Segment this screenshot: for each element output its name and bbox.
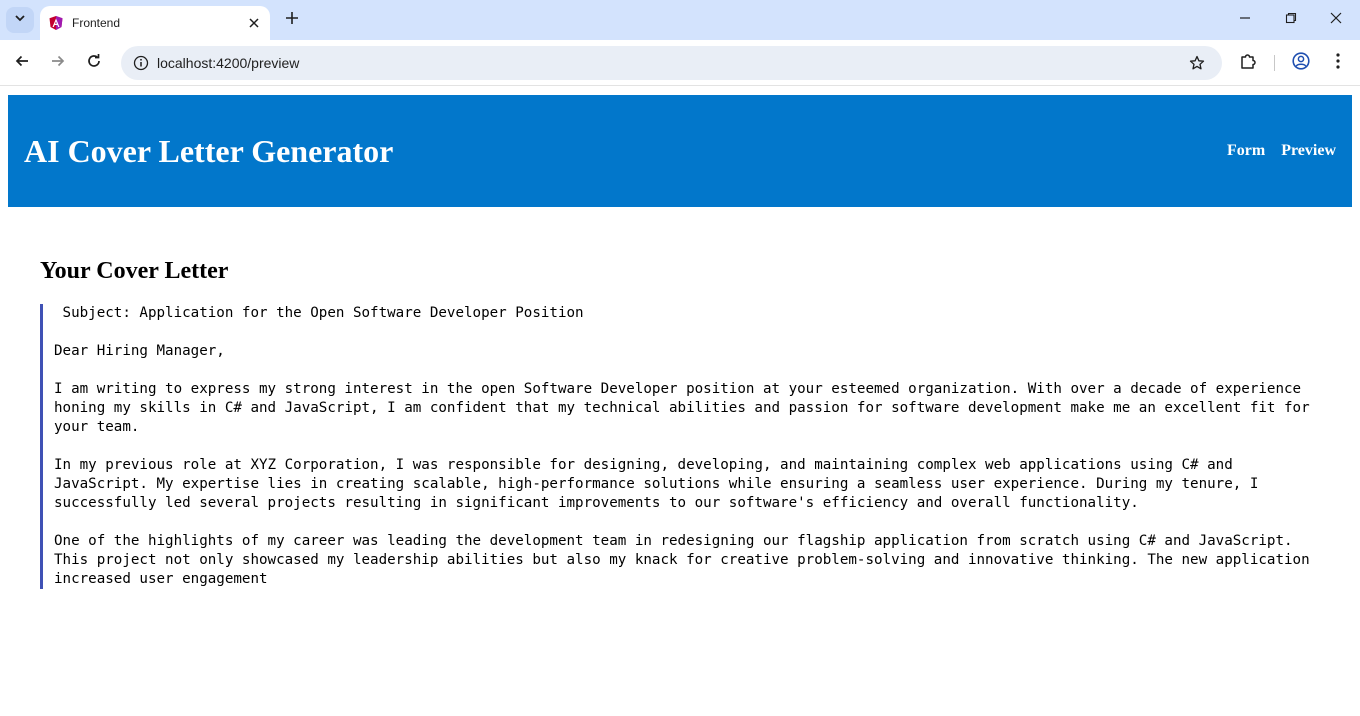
cover-letter-text: Subject: Application for the Open Softwa… (54, 305, 1310, 587)
nav-link-preview[interactable]: Preview (1281, 142, 1336, 160)
restore-button[interactable] (1279, 8, 1303, 32)
browser-tab[interactable]: Frontend (40, 6, 270, 40)
tab-strip: Frontend (0, 0, 1360, 40)
profile-button[interactable] (1289, 51, 1313, 75)
main-content: Your Cover Letter Subject: Application f… (40, 258, 1330, 589)
plus-icon (285, 11, 299, 30)
tab-title: Frontend (72, 16, 121, 30)
browser-menu-button[interactable] (1326, 51, 1350, 75)
arrow-right-icon (50, 53, 66, 74)
app-nav: Form Preview (1227, 142, 1336, 160)
address-bar[interactable]: localhost:4200/preview (121, 46, 1222, 80)
info-icon[interactable] (131, 53, 151, 73)
minimize-button[interactable] (1233, 8, 1257, 32)
app-header: AI Cover Letter Generator Form Preview (8, 95, 1352, 207)
arrow-left-icon (14, 53, 30, 74)
angular-logo-icon (48, 15, 64, 31)
extensions-button[interactable] (1236, 51, 1260, 75)
reload-icon (86, 53, 102, 74)
kebab-menu-icon (1335, 52, 1341, 75)
app-title: AI Cover Letter Generator (24, 132, 394, 169)
minimize-icon (1239, 11, 1251, 29)
nav-link-form[interactable]: Form (1227, 142, 1265, 160)
chevron-down-icon (14, 11, 26, 29)
tab-search-button[interactable] (6, 7, 34, 33)
close-icon (1330, 11, 1342, 29)
restore-icon (1285, 11, 1297, 29)
back-button[interactable] (10, 51, 34, 75)
close-icon[interactable] (244, 13, 264, 33)
profile-icon (1292, 51, 1310, 75)
reload-button[interactable] (82, 51, 106, 75)
close-window-button[interactable] (1324, 8, 1348, 32)
browser-toolbar: localhost:4200/preview (0, 40, 1360, 86)
new-tab-button[interactable] (282, 10, 302, 30)
section-title: Your Cover Letter (40, 258, 229, 284)
forward-button[interactable] (46, 51, 70, 75)
url-text[interactable]: localhost:4200/preview (157, 55, 1186, 71)
toolbar-divider (1274, 55, 1275, 71)
cover-letter-box: Subject: Application for the Open Softwa… (40, 304, 1330, 589)
puzzle-icon (1239, 52, 1257, 75)
star-icon[interactable] (1186, 52, 1208, 74)
